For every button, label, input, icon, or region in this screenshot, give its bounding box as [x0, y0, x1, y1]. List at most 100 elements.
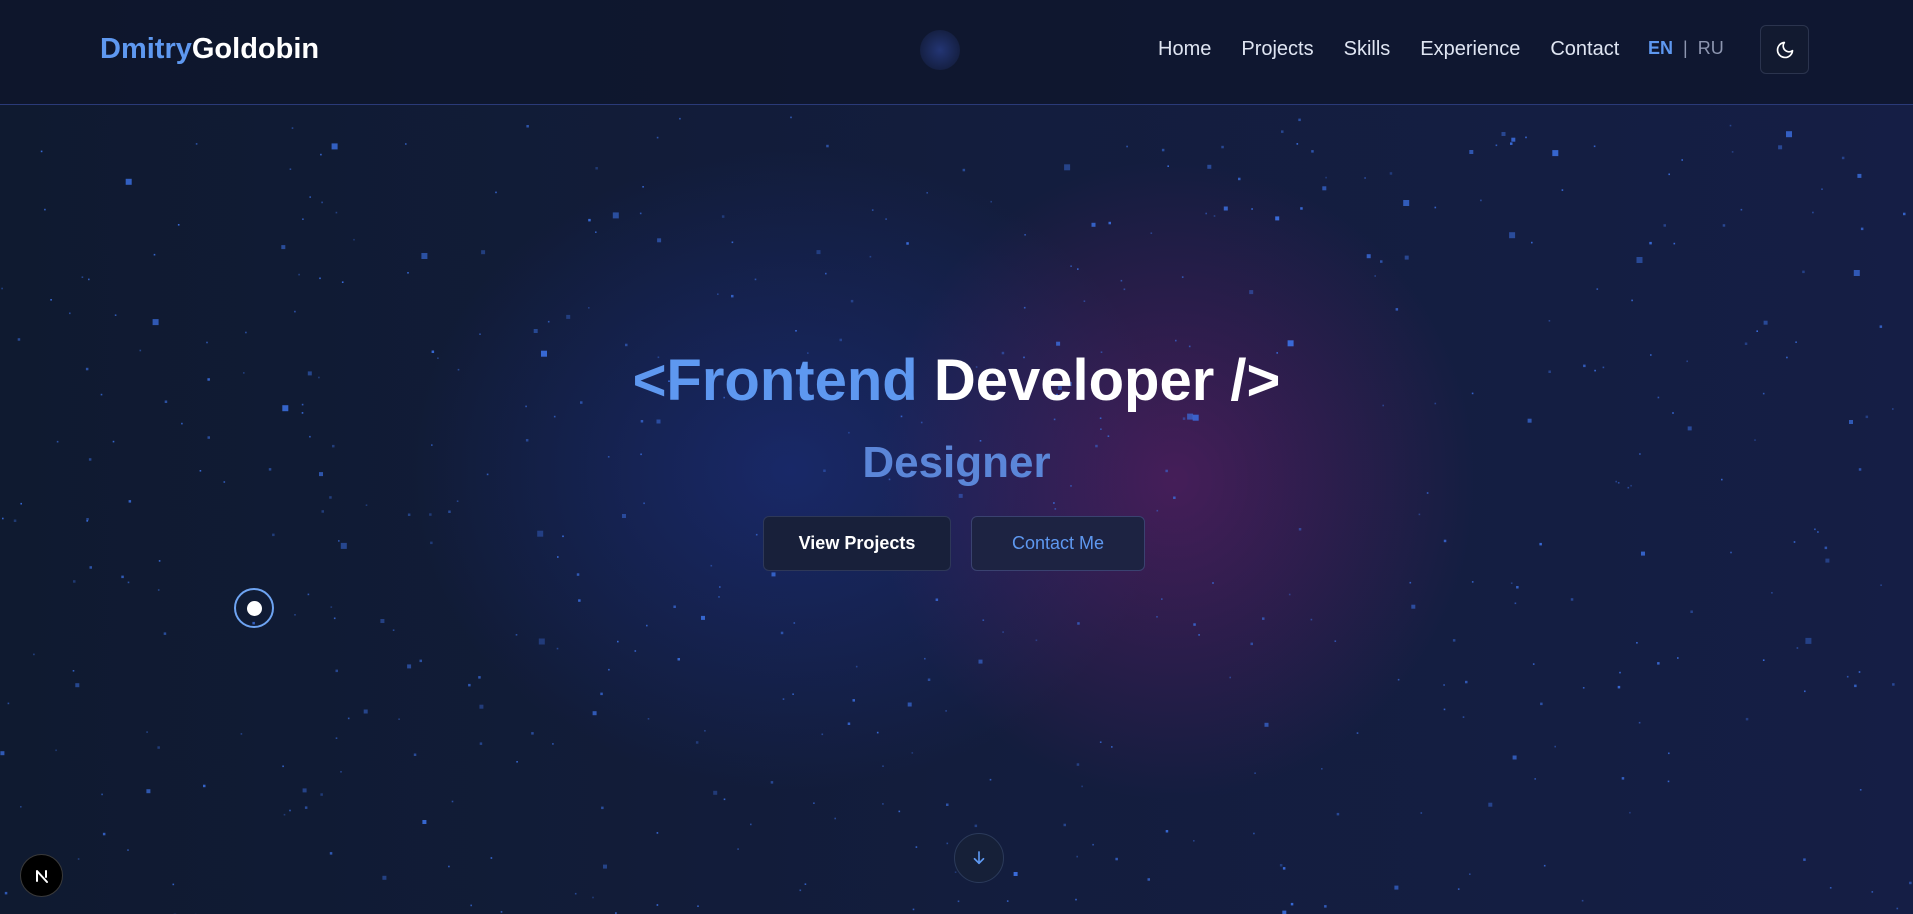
star-particle	[500, 911, 503, 913]
star-particle	[1452, 639, 1456, 642]
star-particle	[1636, 257, 1643, 263]
star-particle	[73, 580, 76, 583]
star-particle	[20, 502, 22, 505]
star-particle	[1756, 330, 1758, 332]
star-particle	[1510, 142, 1513, 145]
star-particle	[1123, 288, 1126, 291]
star-particle	[911, 752, 914, 754]
star-particle	[331, 143, 338, 150]
star-particle	[490, 857, 493, 859]
star-particle	[731, 294, 734, 298]
scroll-down-button[interactable]	[954, 833, 1004, 883]
star-particle	[1126, 145, 1128, 148]
star-particle	[1730, 551, 1732, 554]
star-particle	[1896, 907, 1899, 910]
star-particle	[1488, 802, 1493, 807]
navbar: DmitryGoldobin Home Projects Skills Expe…	[0, 0, 1913, 105]
star-particle	[289, 809, 291, 812]
star-particle	[1673, 242, 1676, 245]
star-particle	[792, 693, 794, 695]
star-particle	[907, 702, 912, 707]
star-particle	[17, 338, 21, 341]
nav-skills[interactable]: Skills	[1344, 38, 1391, 61]
star-particle	[1264, 722, 1269, 727]
star-particle	[1411, 604, 1416, 609]
star-particle	[974, 824, 978, 828]
site-logo[interactable]: DmitryGoldobin	[100, 33, 319, 66]
star-particle	[799, 889, 802, 892]
lang-ru-button[interactable]: RU	[1698, 38, 1724, 59]
nav-home[interactable]: Home	[1158, 38, 1211, 61]
view-projects-button[interactable]: View Projects	[763, 516, 951, 571]
star-particle	[821, 733, 824, 736]
star-particle	[1512, 755, 1517, 760]
star-particle	[612, 212, 619, 219]
star-particle	[1803, 858, 1806, 861]
star-particle	[825, 272, 827, 275]
nextjs-dev-badge[interactable]	[20, 854, 63, 897]
star-particle	[1298, 118, 1301, 122]
star-particle	[958, 493, 963, 498]
star-particle	[982, 619, 985, 621]
star-particle	[1731, 151, 1734, 153]
star-particle	[448, 865, 450, 868]
star-particle	[704, 730, 706, 732]
star-particle	[1254, 772, 1256, 774]
star-particle	[826, 144, 829, 148]
star-particle	[365, 504, 368, 506]
star-particle	[50, 299, 52, 301]
star-particle	[1193, 840, 1195, 842]
star-particle	[1321, 768, 1323, 770]
star-particle	[1778, 145, 1783, 150]
star-particle	[289, 168, 292, 170]
lang-en-button[interactable]: EN	[1648, 38, 1673, 59]
star-particle	[731, 241, 734, 244]
star-particle	[451, 800, 454, 803]
star-particle	[625, 343, 628, 347]
arrow-down-icon	[973, 851, 985, 865]
star-particle	[419, 659, 422, 663]
star-particle	[1002, 631, 1004, 633]
nav-experience[interactable]: Experience	[1420, 38, 1520, 61]
star-particle	[1282, 867, 1286, 870]
star-particle	[717, 293, 719, 295]
star-particle	[177, 224, 180, 226]
star-particle	[163, 632, 167, 635]
star-particle	[88, 278, 90, 281]
theme-toggle-button[interactable]	[1760, 25, 1809, 74]
star-particle	[1516, 586, 1519, 589]
star-particle	[719, 586, 721, 588]
star-particle	[382, 875, 387, 880]
star-particle	[1409, 581, 1412, 584]
star-particle	[850, 299, 854, 303]
star-particle	[906, 242, 909, 245]
star-particle	[127, 581, 130, 584]
star-particle	[309, 196, 311, 198]
star-particle	[153, 253, 156, 256]
star-particle	[601, 806, 604, 810]
star-particle	[407, 513, 411, 516]
star-particle	[1212, 582, 1214, 584]
star-particle	[1802, 270, 1805, 274]
star-particle	[718, 596, 720, 598]
star-particle	[1092, 843, 1094, 846]
star-particle	[1762, 659, 1765, 661]
star-particle	[957, 900, 960, 903]
star-particle	[1677, 657, 1679, 659]
star-particle	[1786, 131, 1792, 138]
star-particle	[1296, 143, 1299, 145]
star-particle	[1469, 150, 1474, 154]
star-particle	[102, 832, 106, 836]
star-particle	[515, 634, 518, 636]
star-particle	[1056, 341, 1061, 346]
nav-contact[interactable]: Contact	[1550, 38, 1619, 61]
star-particle	[203, 784, 206, 788]
star-particle	[1013, 872, 1018, 876]
star-particle	[1548, 320, 1551, 322]
star-particle	[298, 273, 300, 276]
star-particle	[1638, 721, 1641, 724]
star-particle	[912, 908, 915, 911]
contact-me-button[interactable]: Contact Me	[971, 516, 1145, 571]
nav-projects[interactable]: Projects	[1241, 38, 1313, 61]
star-particle	[1223, 206, 1228, 211]
